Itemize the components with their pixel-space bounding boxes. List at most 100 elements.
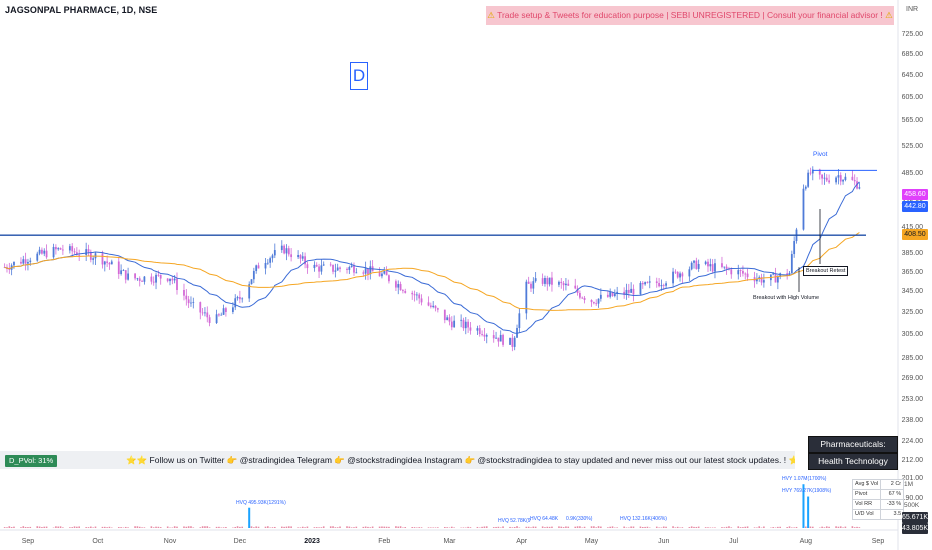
- candle-body: [492, 335, 495, 339]
- volume-bar: [13, 526, 15, 528]
- volume-bar: [721, 527, 723, 528]
- volume-current-tag: 65.671K: [902, 512, 929, 523]
- volume-bar: [362, 526, 365, 528]
- candle-body: [68, 246, 71, 251]
- volume-bar: [152, 527, 155, 528]
- volume-marker-label: 0.9K(330%): [566, 516, 593, 522]
- price-axis-label: 345.00: [901, 288, 923, 296]
- candle-body: [38, 249, 41, 254]
- volume-bar: [334, 527, 337, 528]
- candle-body: [644, 282, 647, 285]
- candle-body: [844, 176, 847, 180]
- candle-body: [152, 281, 155, 283]
- candle-body: [662, 285, 665, 286]
- disclaimer-banner: ⚠ Trade setup & Tweets for education pur…: [486, 6, 894, 25]
- volume-bar: [593, 526, 595, 528]
- price-axis-label: 212.00: [901, 457, 923, 465]
- candle-body: [655, 281, 658, 284]
- candle-body: [383, 271, 386, 274]
- candle-body: [632, 288, 635, 295]
- candle-body: [415, 294, 418, 296]
- volume-bar: [346, 526, 348, 528]
- volume-bar: [655, 526, 658, 528]
- candle-body: [120, 270, 123, 275]
- volume-bar: [595, 527, 598, 528]
- candle-body: [241, 298, 244, 300]
- candle-body: [828, 180, 830, 183]
- candle-body: [672, 271, 674, 284]
- candle-body: [432, 305, 435, 307]
- volume-bar: [38, 526, 41, 528]
- volume-bar: [183, 526, 185, 528]
- volume-bar: [609, 526, 611, 528]
- time-axis-label: 2023: [304, 538, 320, 545]
- volume-bar: [339, 526, 341, 528]
- candle-body: [583, 297, 586, 300]
- candle-body: [367, 268, 369, 275]
- volume-bar: [166, 526, 169, 528]
- candle-body: [45, 250, 48, 258]
- candle-body: [388, 275, 390, 282]
- volume-bar: [839, 526, 842, 528]
- volume-bar: [565, 526, 567, 528]
- candle-body: [443, 309, 446, 321]
- volume-bar: [204, 526, 206, 528]
- candle-body: [57, 248, 60, 250]
- candle-body: [336, 267, 339, 271]
- volume-bar: [674, 527, 677, 528]
- price-axis-label: 685.00: [901, 50, 923, 58]
- candle-body: [436, 308, 439, 310]
- volume-bar: [746, 526, 749, 528]
- candle-body: [159, 274, 162, 279]
- volume-bar: [206, 526, 209, 528]
- candle-body: [613, 293, 616, 297]
- volume-bar: [499, 527, 502, 528]
- candle-body: [660, 285, 663, 287]
- volume-bar: [707, 527, 709, 528]
- candle-body: [762, 280, 765, 283]
- candle-body: [346, 268, 348, 270]
- volume-bar: [737, 526, 740, 528]
- volume-bar: [59, 526, 62, 528]
- candle-body: [204, 312, 206, 314]
- volume-bar: [756, 527, 758, 528]
- volume-bar: [395, 526, 397, 528]
- follow-bar: ⭐⭐ Follow us on Twitter 👉 @stradingidea …: [0, 451, 795, 469]
- volume-bar: [583, 526, 586, 528]
- candle-body: [460, 319, 463, 321]
- price-axis-label: 269.00: [901, 374, 923, 382]
- volume-bar: [597, 526, 600, 528]
- price-axis-label: 224.00: [901, 437, 923, 445]
- volume-bar: [388, 526, 390, 528]
- pivot-volume-badge: D_PVol: 31%: [5, 455, 58, 467]
- volume-bar: [187, 526, 190, 528]
- candle-body: [641, 282, 644, 285]
- candle-body: [630, 288, 633, 293]
- candle-body: [551, 277, 553, 285]
- candle-body: [106, 261, 109, 263]
- candle-body: [639, 282, 642, 295]
- volume-bar: [285, 526, 288, 528]
- candle-body: [313, 264, 316, 269]
- candle-body: [411, 292, 414, 295]
- ma-short-line: [4, 181, 860, 334]
- candle-body: [558, 281, 560, 285]
- candle-body: [290, 254, 293, 258]
- volume-bar: [73, 526, 76, 528]
- volume-bar: [371, 526, 374, 528]
- volume-bar: [250, 526, 253, 528]
- candle-body: [513, 337, 516, 347]
- volume-bar: [78, 526, 80, 528]
- time-axis-label: Jul: [729, 538, 739, 545]
- volume-bar: [222, 527, 225, 528]
- volume-bar: [481, 526, 483, 528]
- volume-bar: [329, 526, 332, 528]
- stats-row: Pivot 67 %: [851, 489, 905, 500]
- volume-bar: [124, 526, 127, 528]
- volume-bar: [525, 526, 528, 528]
- volume-bar: [241, 526, 244, 528]
- time-axis-label: Feb: [378, 538, 391, 545]
- candle-body: [157, 274, 160, 276]
- candle-body: [434, 305, 437, 309]
- time-axis-label: Sep: [21, 538, 35, 545]
